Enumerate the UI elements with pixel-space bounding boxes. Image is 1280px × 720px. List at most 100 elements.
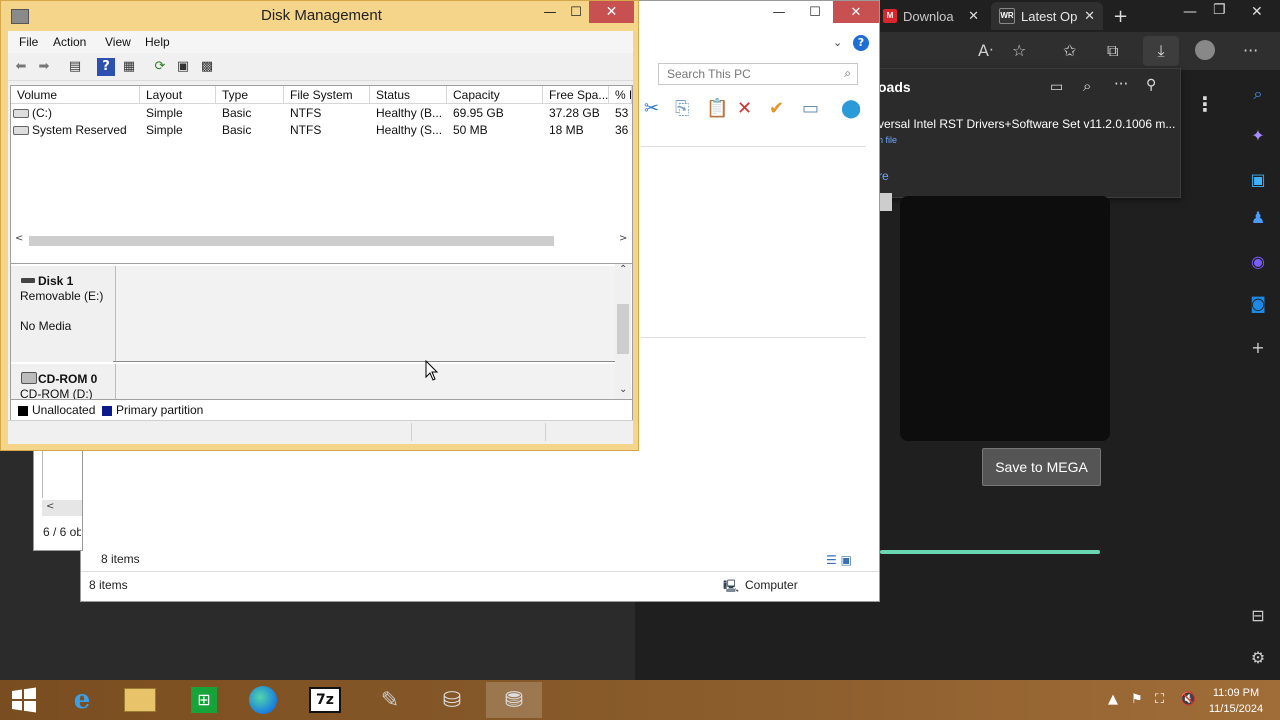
open-file-link[interactable]: n file [878,135,897,145]
help-icon[interactable]: ? [853,35,869,51]
new-tab-icon[interactable]: + [1113,6,1128,27]
disk-utility-taskbar-icon[interactable]: ⛁ [424,682,480,718]
scroll-left-icon[interactable]: < [15,233,23,244]
column-layout[interactable]: Layout [140,86,216,104]
sidebar-outlook-icon[interactable]: ◙ [1248,294,1268,313]
forward-icon[interactable]: ➡ [35,58,53,76]
sidebar-add-icon[interactable]: + [1248,338,1268,357]
sidebar-search-icon[interactable]: ⌕ [1248,84,1268,104]
save-to-mega-button[interactable]: Save to MEGA [982,448,1101,486]
horizontal-scrollbar[interactable]: < > [11,232,632,249]
cut-icon[interactable]: ✂ [644,98,659,119]
folder-icon[interactable]: ▭ [1050,79,1063,95]
action-center-flag-icon[interactable]: ⚑ [1131,692,1143,707]
close-button[interactable]: ✕ [833,1,879,23]
more-menu-icon[interactable]: ··· [1243,41,1258,60]
volume-muted-icon[interactable]: 🔇 [1180,692,1196,707]
tool-taskbar-icon[interactable]: ✎ [362,682,418,718]
column-status[interactable]: Status [370,86,447,104]
properties-icon[interactable]: ▦ [120,58,138,76]
table-row[interactable]: System Reserved Simple Basic NTFS Health… [11,122,632,139]
scroll-left-icon[interactable]: < [46,501,54,512]
start-button[interactable] [10,686,38,714]
cdrom-0-partition-area[interactable] [116,364,615,400]
checkmark-icon[interactable]: ✔ [769,98,784,119]
column-capacity[interactable]: Capacity [447,86,543,104]
sidebar-office-icon[interactable]: ◉ [1248,252,1268,271]
column-file-system[interactable]: File System [284,86,370,104]
refresh-icon[interactable]: ⟳ [151,58,169,76]
sidebar-layout-icon[interactable]: ⊟ [1248,606,1268,625]
minimize-button[interactable]: — [759,1,799,23]
collections-icon[interactable]: ⧉ [1107,41,1118,61]
sidebar-games-icon[interactable]: ♟ [1248,208,1268,227]
column-free-space[interactable]: Free Spa... [543,86,609,104]
page-more-icon[interactable]: ⋮ [1195,92,1215,116]
show-hide-tree-icon[interactable]: ▤ [66,58,84,76]
disk-1-partition-area[interactable] [116,266,615,362]
paste-icon[interactable]: 📋 [706,98,728,119]
restore-icon[interactable]: ❐ [1213,2,1226,18]
rescan-icon[interactable]: ▣ [174,58,192,76]
tab-downloads[interactable]: M Downloa ✕ [875,2,987,30]
menu-view[interactable]: View [105,35,131,49]
pin-icon[interactable]: ⚲ [1146,77,1156,93]
menu-file[interactable]: File [19,35,38,49]
rename-icon[interactable]: ▭ [802,98,819,119]
close-tab-icon[interactable]: ✕ [1084,8,1095,24]
search-icon[interactable]: ⌕ [1083,77,1091,95]
search-input[interactable]: Search This PC ⌕ [658,63,858,85]
column-type[interactable]: Type [216,86,284,104]
maximize-button[interactable]: ☐ [562,3,590,21]
tab-latest[interactable]: WR Latest Op ✕ [991,2,1103,30]
sidebar-shopping-icon[interactable]: ▣ [1248,170,1268,189]
back-icon[interactable]: ⬅ [12,58,30,76]
taskbar-clock[interactable]: 11:09 PM 11/15/2024 [1206,685,1266,717]
search-icon[interactable]: ⌕ [844,66,851,81]
add-favorite-icon[interactable]: ☆ [1012,41,1026,60]
downloads-icon[interactable]: ⤓ [1143,36,1179,66]
settings-icon[interactable]: ▩ [198,58,216,76]
store-taskbar-icon[interactable]: ⊞ [176,682,232,718]
disk-management-taskbar-icon[interactable]: ⛃ [486,682,542,718]
minimize-icon[interactable]: — [1183,4,1197,20]
disk-1-label[interactable]: Disk 1 Removable (E:) No Media [11,266,116,362]
download-file-name[interactable]: versal Intel RST Drivers+Software Set v1… [878,117,1175,131]
network-tray-icon[interactable]: ⛶ [1155,692,1164,707]
edge-taskbar-icon[interactable] [235,682,291,718]
close-tab-icon[interactable]: ✕ [968,8,979,24]
column-volume[interactable]: Volume [11,86,140,104]
profile-avatar[interactable] [1195,40,1215,60]
7zip-taskbar-icon[interactable]: 7z [297,682,353,718]
scrollbar-thumb[interactable] [617,304,629,354]
scrollbar-thumb[interactable] [29,236,554,246]
file-explorer-taskbar-icon[interactable] [112,682,168,718]
delete-icon[interactable]: ✕ [737,98,752,119]
close-button[interactable]: ✕ [589,1,634,23]
scroll-right-icon[interactable]: > [619,233,627,244]
table-row[interactable]: (C:) Simple Basic NTFS Healthy (B... 69.… [11,105,632,122]
scroll-up-icon[interactable]: ⌃ [619,264,627,275]
mini-scrollbar[interactable]: < [42,500,82,516]
more-options-icon[interactable]: ··· [1114,75,1128,93]
address-dropdown-icon[interactable]: ⌄ [833,36,842,49]
show-hidden-icons[interactable]: ▲ [1108,692,1118,707]
scroll-down-icon[interactable]: ⌄ [619,384,627,395]
sidebar-copilot-icon[interactable]: ✦ [1248,126,1268,145]
vertical-scrollbar[interactable]: ⌃ ⌄ [615,264,631,400]
column-percent-free[interactable]: % F [609,86,632,104]
scrollbar-thumb[interactable] [880,193,892,211]
copy-icon[interactable]: ⎘ [675,98,689,119]
menu-action[interactable]: Action [53,35,86,49]
cdrom-0-label[interactable]: CD-ROM 0 CD-ROM (D:) [11,364,116,400]
read-aloud-icon[interactable]: Aᐧ [978,41,993,60]
minimize-button[interactable]: — [536,3,564,21]
favorites-icon[interactable]: ✩ [1063,41,1076,60]
menu-help[interactable]: Help [145,35,170,49]
internet-explorer-taskbar-icon[interactable]: e [54,682,110,718]
sidebar-settings-icon[interactable]: ⚙ [1248,648,1268,667]
close-window-icon[interactable]: ✕ [1251,4,1263,20]
help-icon[interactable]: ? [97,58,115,76]
details-view-icon[interactable]: ☰ ▣ [826,553,852,567]
network-icon[interactable]: ⬤ [841,98,861,119]
